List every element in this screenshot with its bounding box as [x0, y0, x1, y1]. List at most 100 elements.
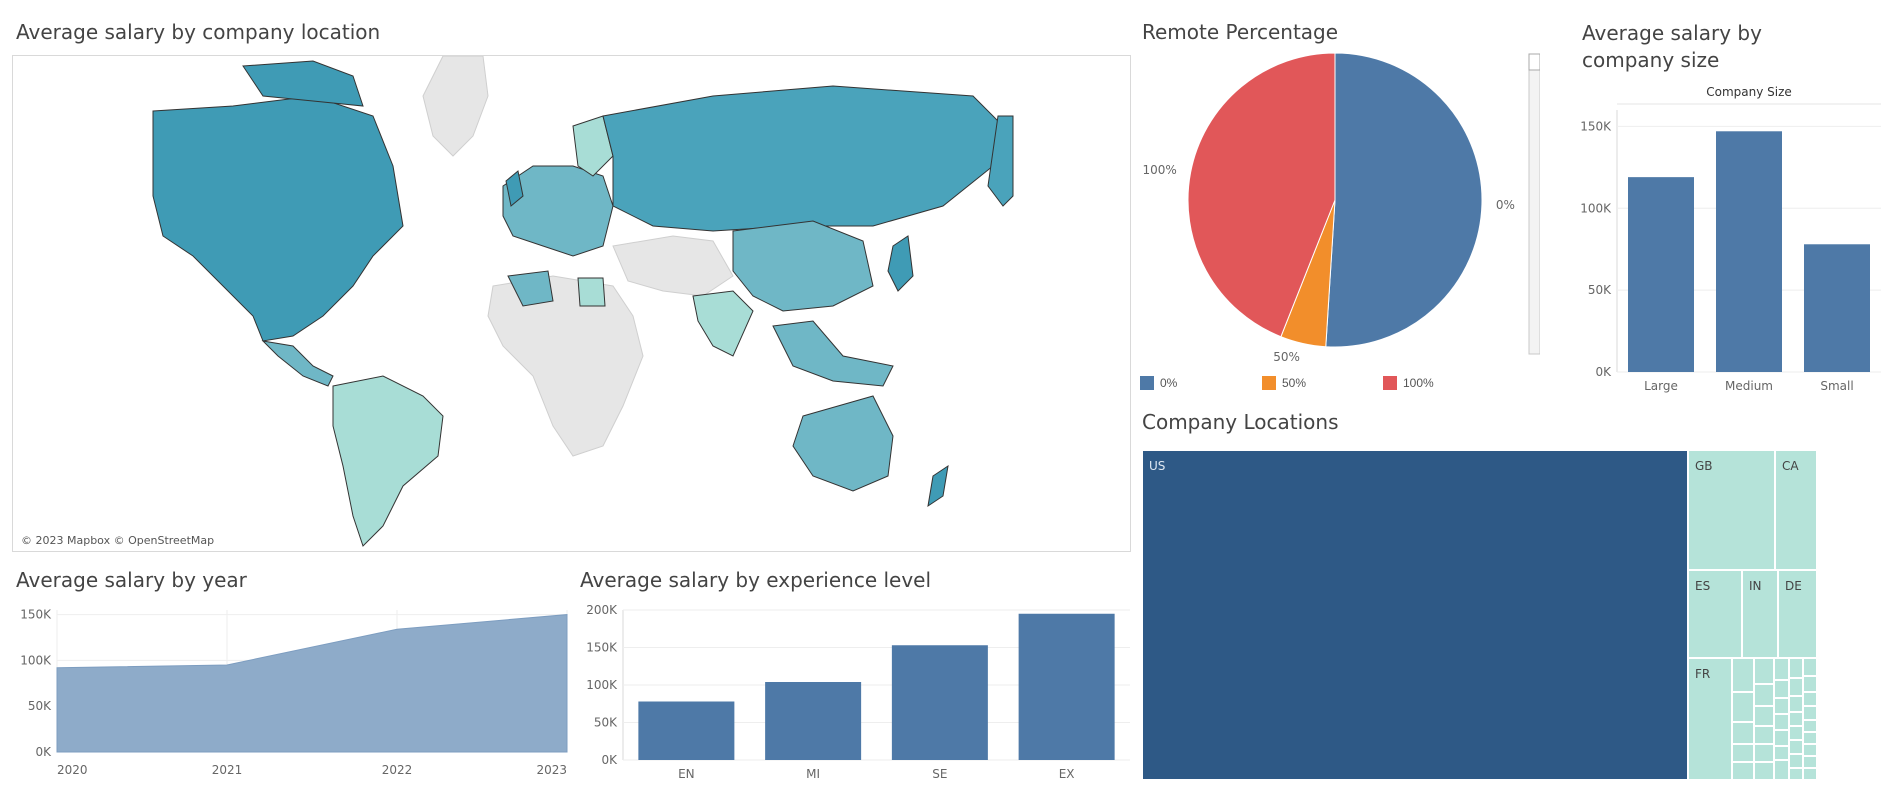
legend-label-50pct: 50%	[1282, 376, 1306, 390]
map-region-japan	[888, 236, 913, 291]
treemap-cell-small[interactable]	[1732, 658, 1754, 692]
x-tick-label: Small	[1820, 379, 1853, 393]
bar-mi[interactable]	[765, 682, 861, 760]
experience-bar-chart[interactable]: 0K50K100K150K200KENMISEEX	[578, 598, 1130, 788]
treemap-cell-small[interactable]	[1732, 744, 1754, 762]
map-region-middle-east	[613, 236, 733, 296]
treemap-cell-small[interactable]	[1774, 658, 1789, 680]
treemap-label-ca: CA	[1782, 459, 1799, 473]
locations-treemap[interactable]: US GB CA ES IN DE FR	[1142, 450, 1817, 780]
company-size-title: Average salary by company size	[1582, 20, 1852, 74]
remote-title: Remote Percentage	[1142, 20, 1338, 44]
treemap-cell-small[interactable]	[1789, 658, 1803, 678]
year-area-chart[interactable]: 0K50K100K150K2020202120222023	[12, 598, 572, 783]
map-region-china	[733, 221, 873, 311]
legend-swatch-50pct	[1262, 376, 1276, 390]
treemap-cell-small[interactable]	[1754, 726, 1774, 744]
map-title: Average salary by company location	[16, 20, 380, 44]
treemap-label-es: ES	[1695, 579, 1710, 593]
treemap-cell-small[interactable]	[1774, 760, 1789, 780]
remote-pie-panel: 0%50%100% 0% 50% 100%	[1140, 50, 1540, 400]
treemap-cell-small[interactable]	[1774, 680, 1789, 698]
treemap-cell-small[interactable]	[1789, 712, 1803, 726]
treemap-cell-small[interactable]	[1789, 768, 1803, 780]
treemap-cell-small[interactable]	[1789, 754, 1803, 768]
treemap-cell-small[interactable]	[1803, 732, 1817, 744]
treemap-cell-small[interactable]	[1754, 706, 1774, 726]
map-region-egypt	[578, 278, 605, 306]
treemap-cell-small[interactable]	[1774, 730, 1789, 746]
treemap-cell-small[interactable]	[1754, 762, 1774, 780]
y-tick-label: 50K	[28, 699, 52, 713]
y-tick-label: 200K	[586, 603, 618, 617]
legend-item-0pct[interactable]: 0%	[1140, 376, 1177, 390]
locations-title: Company Locations	[1142, 410, 1339, 434]
x-tick-label: EX	[1059, 767, 1075, 781]
treemap-cell-small[interactable]	[1789, 678, 1803, 696]
pie-scrollbar-thumb	[1529, 54, 1540, 70]
company-size-chart[interactable]: Company Size0K50K100K150KLargeMediumSmal…	[1572, 82, 1881, 400]
y-tick-label: 150K	[1580, 119, 1612, 133]
bar-en[interactable]	[638, 702, 734, 761]
treemap-cell-small[interactable]	[1754, 684, 1774, 706]
treemap-cell-small[interactable]	[1803, 720, 1817, 732]
map-region-africa	[488, 276, 643, 456]
bar-large[interactable]	[1628, 177, 1694, 372]
legend-item-50pct[interactable]: 50%	[1262, 376, 1306, 390]
year-title: Average salary by year	[16, 568, 247, 592]
treemap-cell-small[interactable]	[1774, 746, 1789, 760]
treemap-cell-ca[interactable]: CA	[1775, 450, 1817, 570]
treemap-label-de: DE	[1785, 579, 1802, 593]
world-map-canvas[interactable]	[13, 56, 1130, 551]
x-tick-label: 2021	[212, 763, 243, 777]
treemap-cell-small[interactable]	[1803, 756, 1817, 768]
map-region-greenland	[423, 56, 488, 156]
treemap-cell-small[interactable]	[1803, 676, 1817, 692]
world-map[interactable]: © 2023 Mapbox © OpenStreetMap	[12, 55, 1131, 552]
bar-ex[interactable]	[1019, 614, 1115, 760]
experience-panel: 0K50K100K150K200KENMISEEX	[578, 598, 1130, 788]
treemap-cell-small[interactable]	[1774, 698, 1789, 714]
treemap-cell-small[interactable]	[1754, 744, 1774, 762]
treemap-cell-small[interactable]	[1789, 740, 1803, 754]
x-tick-label: MI	[806, 767, 820, 781]
treemap-cell-fr[interactable]: FR	[1688, 658, 1732, 780]
pie-slice-0[interactable]	[1326, 53, 1482, 347]
treemap-cell-small[interactable]	[1803, 768, 1817, 780]
treemap-cell-es[interactable]: ES	[1688, 570, 1742, 658]
legend-item-100pct[interactable]: 100%	[1383, 376, 1434, 390]
bar-small[interactable]	[1804, 244, 1870, 372]
treemap-cell-small[interactable]	[1789, 696, 1803, 712]
x-axis-header: Company Size	[1706, 85, 1792, 99]
salary-area[interactable]	[57, 615, 567, 752]
treemap-cell-small[interactable]	[1803, 744, 1817, 756]
treemap-cell-small[interactable]	[1774, 714, 1789, 730]
treemap-cell-gb[interactable]: GB	[1688, 450, 1775, 570]
x-tick-label: 2020	[57, 763, 88, 777]
x-tick-label: SE	[932, 767, 947, 781]
treemap-cell-small[interactable]	[1732, 762, 1754, 780]
treemap-cell-small[interactable]	[1732, 722, 1754, 744]
treemap-cell-small[interactable]	[1803, 706, 1817, 720]
treemap-cell-small[interactable]	[1803, 658, 1817, 676]
treemap-cell-in[interactable]: IN	[1742, 570, 1778, 658]
treemap-cell-us[interactable]: US	[1142, 450, 1688, 780]
treemap-cell-small[interactable]	[1803, 692, 1817, 706]
y-tick-label: 100K	[586, 678, 618, 692]
map-region-india	[693, 291, 753, 356]
bar-medium[interactable]	[1716, 131, 1782, 372]
treemap-small-cells[interactable]	[1732, 658, 1817, 780]
x-tick-label: 2022	[382, 763, 413, 777]
y-tick-label: 150K	[20, 608, 52, 622]
x-tick-label: 2023	[536, 763, 567, 777]
treemap-cell-small[interactable]	[1789, 726, 1803, 740]
treemap-cell-de[interactable]: DE	[1778, 570, 1817, 658]
pie-label-1: 50%	[1273, 350, 1300, 364]
map-region-south-america	[333, 376, 443, 546]
remote-pie-chart[interactable]: 0%50%100%	[1140, 50, 1540, 380]
map-region-north-america	[153, 96, 403, 341]
bar-se[interactable]	[892, 645, 988, 760]
treemap-cell-small[interactable]	[1754, 658, 1774, 684]
y-tick-label: 0K	[601, 753, 618, 767]
treemap-cell-small[interactable]	[1732, 692, 1754, 722]
